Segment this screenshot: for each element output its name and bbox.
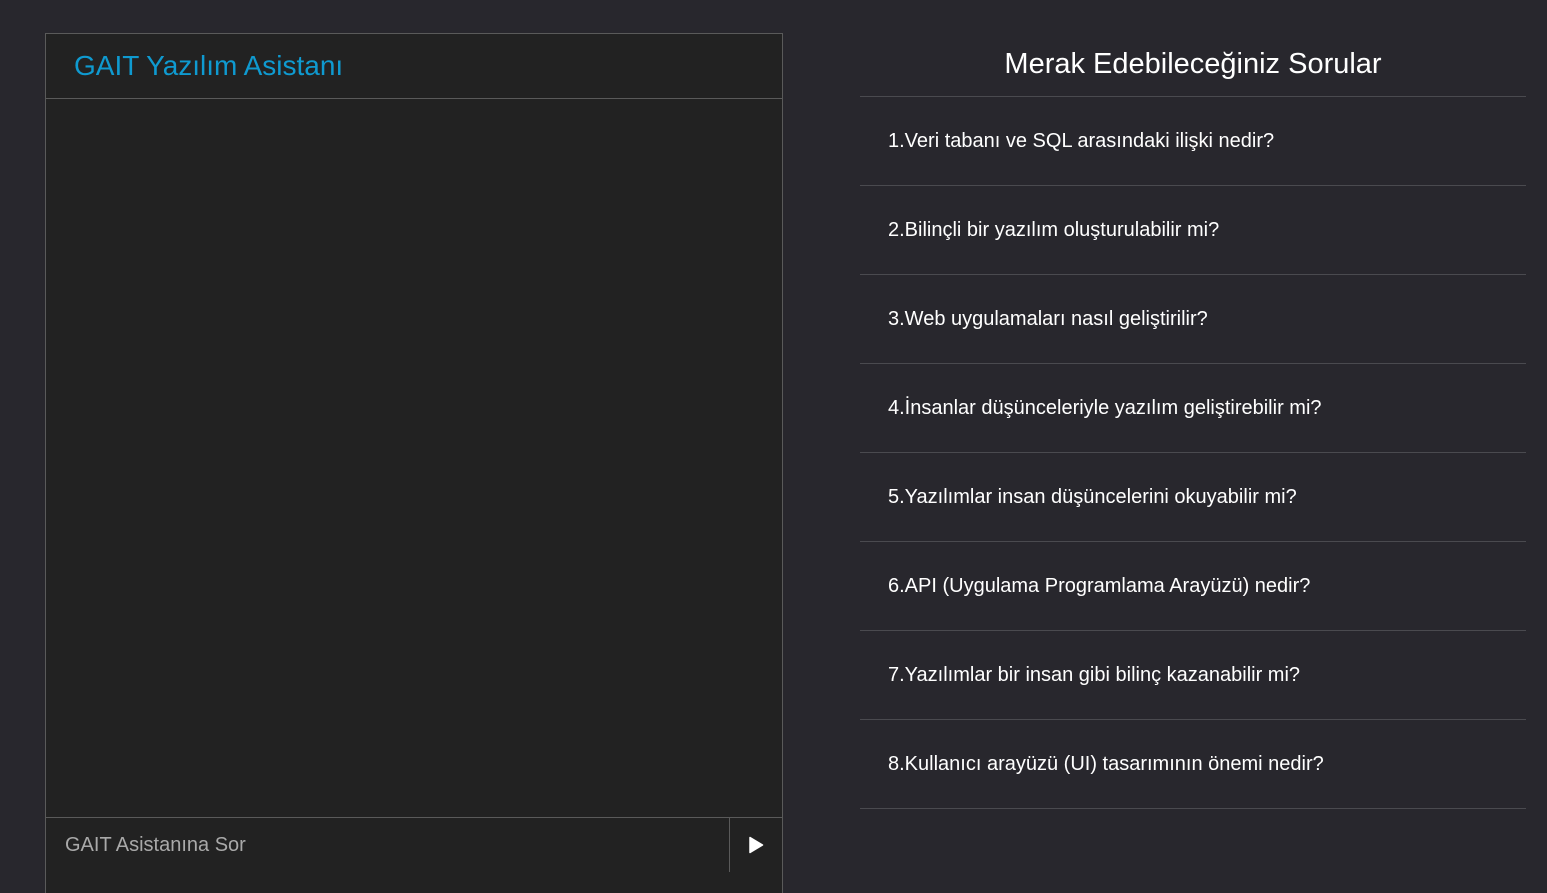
question-item[interactable]: 5.Yazılımlar insan düşüncelerini okuyabi… — [860, 453, 1526, 542]
question-item[interactable]: 8.Kullanıcı arayüzü (UI) tasarımının öne… — [860, 720, 1526, 809]
chat-header: GAIT Yazılım Asistanı — [46, 34, 782, 99]
question-item[interactable]: 3.Web uygulamaları nasıl geliştirilir? — [860, 275, 1526, 364]
send-button[interactable] — [729, 818, 782, 872]
questions-panel: Merak Edebileceğiniz Sorular 1.Veri taba… — [860, 33, 1526, 809]
question-item[interactable]: 7.Yazılımlar bir insan gibi bilinç kazan… — [860, 631, 1526, 720]
chat-title: GAIT Yazılım Asistanı — [74, 50, 344, 81]
questions-title: Merak Edebileceğiniz Sorular — [860, 33, 1526, 97]
question-item[interactable]: 4.İnsanlar düşünceleriyle yazılım gelişt… — [860, 364, 1526, 453]
chat-panel: GAIT Yazılım Asistanı — [45, 33, 783, 893]
question-item[interactable]: 6.API (Uygulama Programlama Arayüzü) ned… — [860, 542, 1526, 631]
question-item[interactable]: 2.Bilinçli bir yazılım oluşturulabilir m… — [860, 186, 1526, 275]
chat-messages-area[interactable] — [46, 99, 782, 817]
chat-input[interactable] — [46, 818, 729, 872]
question-item[interactable]: 1.Veri tabanı ve SQL arasındaki ilişki n… — [860, 97, 1526, 186]
chat-footer — [46, 817, 782, 872]
play-icon — [749, 836, 764, 854]
